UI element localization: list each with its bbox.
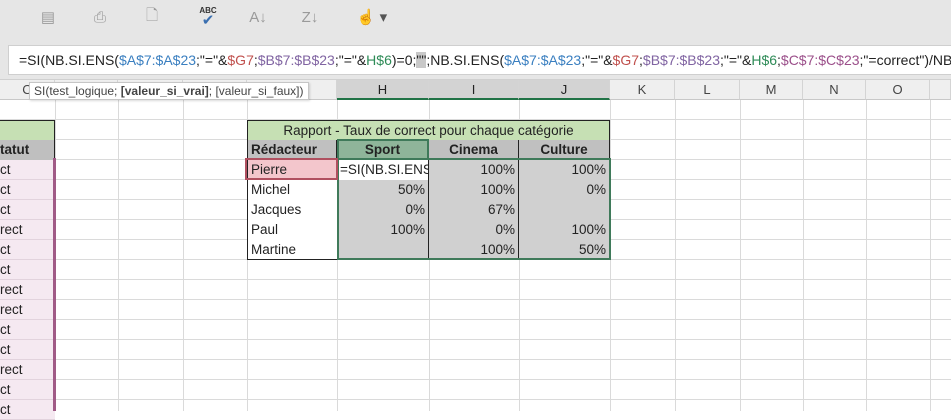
col-c-cell[interactable]: ct — [0, 260, 55, 280]
formula-segment: ;"="& — [719, 52, 752, 68]
col-c-title-cell[interactable] — [0, 120, 55, 140]
col-c-cell[interactable]: rect — [0, 360, 55, 380]
report-title[interactable]: Rapport - Taux de correct pour chaque ca… — [247, 120, 610, 141]
column-header-k[interactable]: K — [610, 80, 675, 100]
print-preview-icon[interactable]: ⎙ — [88, 6, 112, 28]
report-cell[interactable]: 100% — [429, 160, 519, 180]
formula-segment: $G7 — [227, 52, 254, 68]
sort-asc-icon[interactable]: A↓ — [246, 6, 270, 28]
col-c-header-cell[interactable]: tatut — [0, 140, 55, 160]
column-header-o[interactable]: O — [866, 80, 930, 100]
formula-input[interactable]: =SI(NB.SI.ENS($A$7:$A$23;"="&$G7;$B$7:$B… — [8, 45, 951, 75]
report-cell[interactable] — [337, 240, 429, 260]
report-cell[interactable] — [519, 200, 610, 220]
formula-segment: H$6 — [366, 52, 392, 68]
formula-segment: ;"="& — [196, 52, 228, 68]
col-c-cell[interactable]: ct — [0, 160, 55, 180]
column-header-p[interactable] — [930, 80, 951, 100]
col-c-cell[interactable]: rect — [0, 280, 55, 300]
report-cell[interactable]: 0% — [519, 180, 610, 200]
column-header-j[interactable]: J — [519, 80, 610, 100]
function-tooltip: SI(test_logique; [valeur_si_vrai]; [vale… — [29, 82, 309, 100]
gridline — [675, 100, 676, 411]
gridline — [118, 100, 119, 411]
col-c-cell[interactable]: rect — [0, 220, 55, 240]
col-c-cell[interactable]: ct — [0, 340, 55, 360]
report-cell[interactable]: 100% — [519, 160, 610, 180]
gridline — [866, 100, 867, 411]
formula-segment: $A$7:$A$23 — [118, 52, 197, 68]
report-cell[interactable]: 100% — [519, 220, 610, 240]
column-header-l[interactable]: L — [675, 80, 740, 100]
gridline — [740, 100, 741, 411]
column-header-h[interactable]: H — [337, 80, 429, 100]
report-row-name[interactable]: Pierre — [247, 160, 337, 180]
gridline — [610, 100, 611, 411]
column-header-i[interactable]: I — [429, 80, 519, 100]
spelling-icon[interactable]: ABC ✔ — [196, 6, 220, 29]
report-cell[interactable]: 100% — [429, 180, 519, 200]
formula-bar: =SI(NB.SI.ENS($A$7:$A$23;"="&$G7;$B$7:$B… — [0, 40, 951, 80]
report-row-name[interactable]: Paul — [247, 220, 337, 240]
formula-segment: ;"="& — [581, 52, 613, 68]
tooltip-suffix: ; [valeur_si_faux]) — [208, 84, 304, 98]
formula-segment: )=0; — [391, 52, 417, 68]
col-c-cell[interactable]: rect — [0, 300, 55, 320]
touch-mode-icon[interactable]: ☝ ▾ — [352, 6, 392, 28]
formula-segment: $G7 — [612, 52, 640, 68]
report-header-cinema[interactable]: Cinema — [429, 140, 519, 160]
report-cell[interactable]: 67% — [429, 200, 519, 220]
gridline — [803, 100, 804, 411]
column-header-n[interactable]: N — [803, 80, 866, 100]
report-header-rédacteur[interactable]: Rédacteur — [247, 140, 337, 160]
col-c-cell[interactable]: ct — [0, 180, 55, 200]
report-cell[interactable]: 50% — [337, 180, 429, 200]
formula-segment: $A$7:$A$23 — [504, 52, 582, 68]
report-header-sport[interactable]: Sport — [337, 140, 429, 160]
report-cell[interactable]: 0% — [429, 220, 519, 240]
gridline — [183, 100, 184, 411]
formula-segment: $B$7:$B$23 — [257, 52, 335, 68]
col-c-cell[interactable]: ct — [0, 200, 55, 220]
tooltip-prefix: SI(test_logique; — [34, 84, 121, 98]
gridline — [930, 100, 931, 411]
col-c-cell[interactable]: ct — [0, 320, 55, 340]
formula-segment: ;NB.SI.ENS( — [426, 52, 505, 68]
col-c-cell[interactable]: ct — [0, 400, 55, 420]
formula-segment: =SI(NB.SI.ENS( — [19, 52, 119, 68]
report-cell[interactable]: 0% — [337, 200, 429, 220]
formula-segment: ;"=correct")/NB.SI.ENS( — [859, 52, 951, 68]
active-cell-editor[interactable]: =SI(NB.SI.ENS( — [337, 160, 429, 180]
formula-segment: ;"="& — [334, 52, 367, 68]
column-header-m[interactable]: M — [740, 80, 803, 100]
report-row-name[interactable]: Martine — [247, 240, 337, 260]
preview-icon[interactable]: 🗋 — [140, 6, 164, 28]
tooltip-current-arg: [valeur_si_vrai] — [120, 84, 209, 98]
report-cell[interactable]: 100% — [337, 220, 429, 240]
report-row-name[interactable]: Jacques — [247, 200, 337, 220]
formula-segment: H$6 — [751, 52, 778, 68]
formula-segment: $C$7:$C$23 — [780, 52, 860, 68]
col-c-cell[interactable]: ct — [0, 380, 55, 400]
report-row-name[interactable]: Michel — [247, 180, 337, 200]
report-header-culture[interactable]: Culture — [519, 140, 610, 160]
range-highlight-border — [53, 158, 56, 411]
col-c-cell[interactable]: ct — [0, 240, 55, 260]
formula-segment: "" — [416, 52, 427, 68]
form-icon[interactable]: ▤ — [36, 6, 60, 28]
report-cell[interactable]: 50% — [519, 240, 610, 260]
formula-segment: $B$7:$B$23 — [642, 52, 720, 68]
sort-desc-icon[interactable]: Z↓ — [298, 6, 322, 28]
report-cell[interactable]: 100% — [429, 240, 519, 260]
quick-access-toolbar: ▤ ⎙ 🗋 ABC ✔ A↓ Z↓ ☝ ▾ — [0, 0, 951, 40]
